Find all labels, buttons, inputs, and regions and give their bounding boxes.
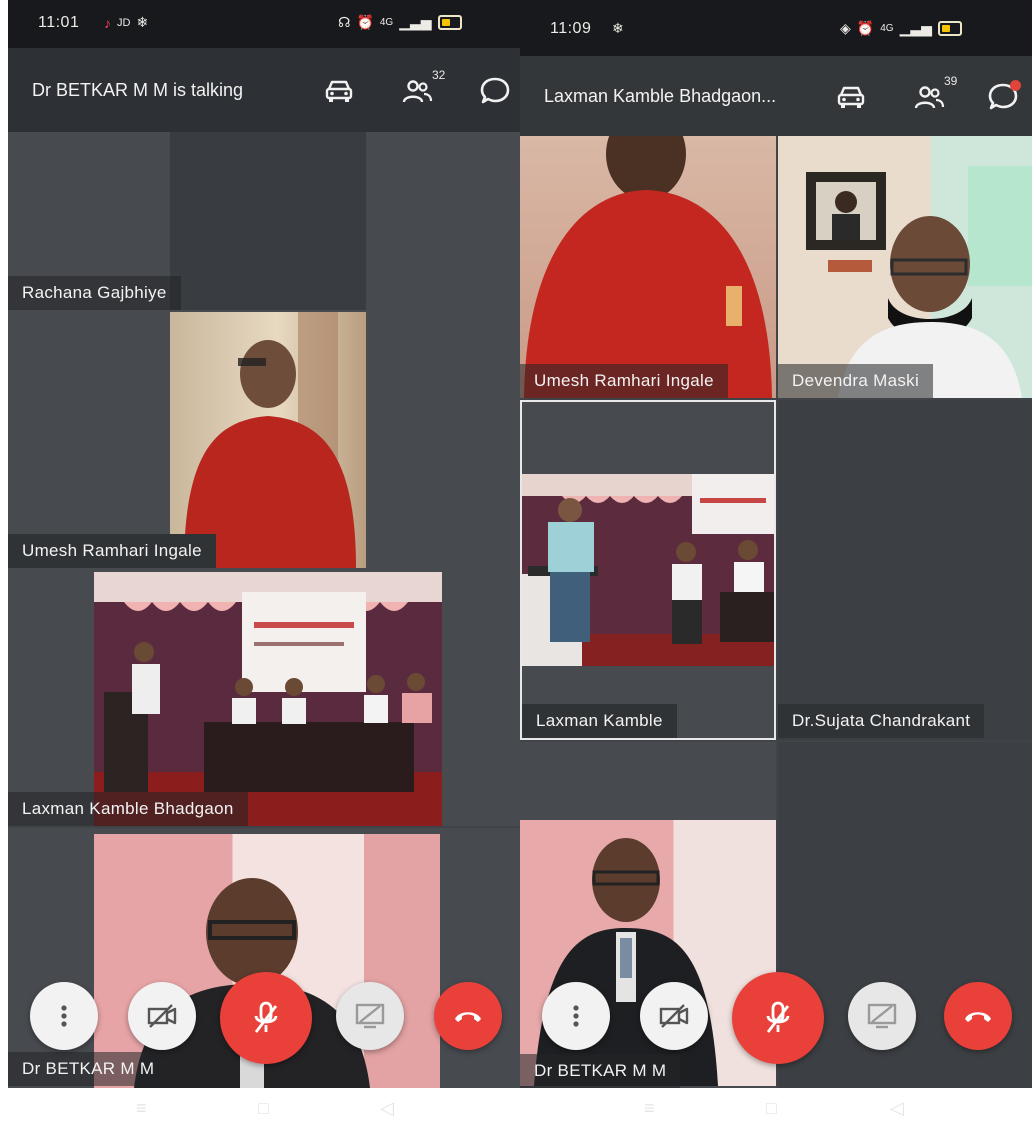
participant-name: Umesh Ramhari Ingale bbox=[520, 364, 728, 398]
system-nav-bar: ≡ □ ◁ bbox=[8, 1088, 520, 1131]
microphone-toggle-button[interactable] bbox=[220, 972, 312, 1064]
person-silhouette bbox=[524, 136, 772, 398]
more-vertical-icon bbox=[561, 1001, 591, 1031]
participant-tile-pinned[interactable]: Laxman Kamble bbox=[520, 400, 776, 740]
active-speaker-title: Laxman Kamble Bhadgaon... bbox=[544, 86, 777, 106]
snowflake-icon: ❄ bbox=[136, 14, 149, 30]
room-scene bbox=[806, 166, 1032, 398]
signal-icon: ▁▃▅ bbox=[899, 20, 932, 36]
video-feed bbox=[170, 312, 366, 568]
microphone-toggle-button[interactable] bbox=[732, 972, 824, 1064]
participant-name: Rachana Gajbhiye bbox=[8, 276, 181, 310]
more-options-button[interactable] bbox=[542, 982, 610, 1050]
screen-share-off-icon bbox=[864, 1000, 900, 1032]
hotspot-icon: ◈ bbox=[840, 20, 851, 36]
stage-scene bbox=[94, 572, 442, 826]
participant-name: Dr.Sujata Chandrakant bbox=[778, 704, 985, 738]
participant-count: 32 bbox=[432, 68, 446, 82]
participant-name: Laxman Kamble Bhadgaon bbox=[8, 792, 248, 826]
status-time: 11:01 bbox=[38, 14, 80, 31]
participant-count: 39 bbox=[944, 74, 958, 88]
car-mode-icon[interactable] bbox=[834, 80, 868, 114]
person-silhouette bbox=[534, 838, 718, 1086]
participants-icon[interactable] bbox=[400, 74, 434, 108]
screen-share-button[interactable] bbox=[848, 982, 916, 1050]
battery-icon bbox=[437, 15, 462, 30]
camera-off-icon bbox=[144, 1001, 180, 1031]
participant-name: Dr BETKAR M M bbox=[520, 1054, 681, 1088]
status-bar: 11:01 ♪ JD ❄ ☊ ⏰ 4G ▁▃▅ bbox=[8, 0, 520, 48]
stage-scene bbox=[522, 474, 774, 666]
mic-off-icon bbox=[248, 998, 284, 1038]
person-silhouette bbox=[184, 312, 356, 568]
participant-name: Umesh Ramhari Ingale bbox=[8, 534, 216, 568]
network-type: 4G bbox=[379, 17, 394, 28]
phone-hangup-icon bbox=[450, 1001, 486, 1031]
participant-tile[interactable]: Dr.Sujata Chandrakant bbox=[778, 400, 1032, 740]
participant-name: Laxman Kamble bbox=[522, 704, 677, 738]
status-time: 11:09 bbox=[550, 20, 592, 37]
mic-off-icon bbox=[760, 998, 796, 1038]
alarm-icon: ⏰ bbox=[856, 20, 875, 36]
headset-icon: ☊ bbox=[338, 14, 351, 30]
video-feed bbox=[94, 572, 442, 826]
tiktok-icon: ♪ bbox=[104, 14, 111, 31]
home-icon[interactable]: □ bbox=[258, 1098, 269, 1119]
video-feed bbox=[522, 474, 774, 666]
menu-icon[interactable]: ≡ bbox=[644, 1098, 655, 1119]
video-feed bbox=[778, 136, 1032, 398]
menu-icon[interactable]: ≡ bbox=[136, 1098, 147, 1119]
call-screen-left: 11:01 ♪ JD ❄ ☊ ⏰ 4G ▁▃▅ Dr BETKAR M M is… bbox=[8, 0, 520, 1088]
screen-share-button[interactable] bbox=[336, 982, 404, 1050]
signal-icon: ▁▃▅ bbox=[399, 14, 432, 30]
camera-toggle-button[interactable] bbox=[128, 982, 196, 1050]
back-icon[interactable]: ◁ bbox=[380, 1098, 394, 1119]
video-feed bbox=[520, 136, 776, 398]
video-placeholder bbox=[170, 132, 366, 310]
camera-off-icon bbox=[656, 1001, 692, 1031]
participant-tile[interactable]: Devendra Maski bbox=[778, 136, 1032, 398]
call-header: Laxman Kamble Bhadgaon... 39 bbox=[520, 56, 1032, 136]
participant-tile[interactable]: Umesh Ramhari Ingale bbox=[520, 136, 776, 398]
more-vertical-icon bbox=[49, 1001, 79, 1031]
system-nav-bar: ≡ □ ◁ bbox=[520, 1088, 1032, 1131]
end-call-button[interactable] bbox=[944, 982, 1012, 1050]
camera-toggle-button[interactable] bbox=[640, 982, 708, 1050]
home-icon[interactable]: □ bbox=[766, 1098, 777, 1119]
chat-icon[interactable] bbox=[478, 74, 512, 108]
participant-tile[interactable]: Rachana Gajbhiye bbox=[8, 132, 520, 310]
snowflake-icon: ❄ bbox=[612, 20, 624, 36]
screen-share-off-icon bbox=[352, 1000, 388, 1032]
status-bar: 11:09 ❄ ◈ ⏰ 4G ▁▃▅ bbox=[520, 0, 1032, 56]
call-screen-right: 11:09 ❄ ◈ ⏰ 4G ▁▃▅ Laxman Kamble Bhadgao… bbox=[520, 0, 1032, 1088]
chat-notification-dot bbox=[1010, 80, 1021, 91]
active-speaker-title: Dr BETKAR M M is talking bbox=[32, 80, 244, 100]
network-type: 4G bbox=[880, 23, 894, 34]
alarm-icon: ⏰ bbox=[356, 14, 374, 30]
phone-hangup-icon bbox=[960, 1001, 996, 1031]
battery-icon bbox=[937, 21, 962, 36]
more-options-button[interactable] bbox=[30, 982, 98, 1050]
participant-name: Devendra Maski bbox=[778, 364, 934, 398]
participant-tile[interactable]: Umesh Ramhari Ingale bbox=[8, 310, 520, 568]
car-mode-icon[interactable] bbox=[322, 74, 356, 108]
carrier-label: JD bbox=[117, 16, 131, 29]
end-call-button[interactable] bbox=[434, 982, 502, 1050]
participants-icon[interactable] bbox=[912, 80, 946, 114]
back-icon[interactable]: ◁ bbox=[890, 1098, 904, 1119]
video-feed bbox=[520, 820, 776, 1086]
call-header: Dr BETKAR M M is talking 32 bbox=[8, 48, 520, 132]
participant-tile[interactable]: Laxman Kamble Bhadgaon bbox=[8, 568, 520, 826]
participant-name: Dr BETKAR M M bbox=[8, 1052, 169, 1086]
